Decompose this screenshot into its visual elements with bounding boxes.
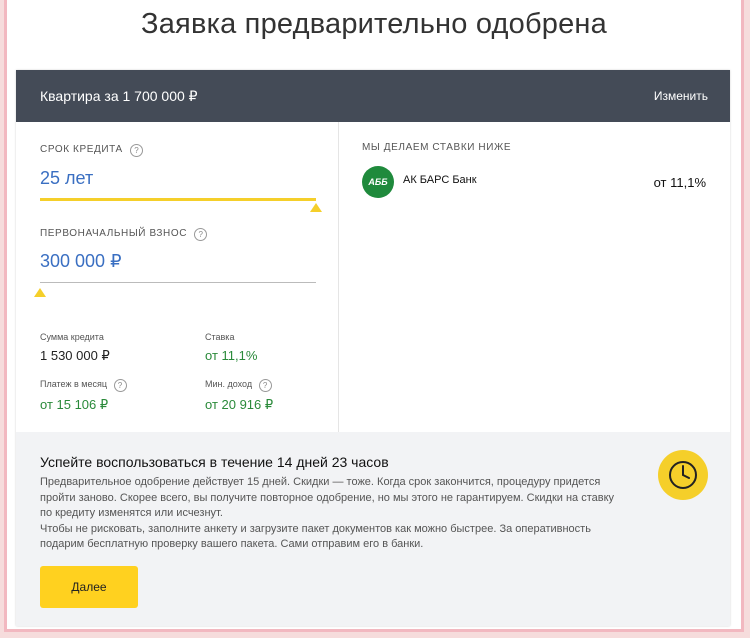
- monthly-payment-label: Платеж в месяц ?: [40, 379, 127, 392]
- ak-bars-logo-icon: АББ: [362, 166, 394, 198]
- promo-paragraph: Предварительное одобрение действует 15 д…: [40, 476, 615, 519]
- down-payment-slider-track[interactable]: [40, 282, 316, 283]
- banks-heading: Мы делаем ставки ниже: [362, 142, 512, 153]
- property-summary: Квартира за 1 700 000 ₽: [40, 88, 198, 104]
- promo-block: Успейте воспользоваться в течение 14 дне…: [16, 432, 730, 626]
- term-label-text: Срок кредита: [40, 144, 123, 155]
- term-input[interactable]: 25 лет: [40, 168, 93, 189]
- promo-paragraph: Чтобы не рисковать, заполните анкету и з…: [40, 522, 591, 551]
- clock-icon-graphic: [669, 461, 697, 489]
- page-frame: Заявка предварительно одобрена Квартира …: [4, 0, 744, 632]
- loan-amount-value: 1 530 000 ₽: [40, 348, 110, 363]
- help-icon[interactable]: ?: [194, 228, 208, 241]
- bank-rate: от 11,1%: [653, 175, 706, 190]
- bank-name: АК БАРС Банк: [403, 174, 477, 186]
- rate-label: Ставка: [205, 332, 235, 342]
- card-header: Квартира за 1 700 000 ₽ Изменить: [16, 70, 730, 122]
- term-label: Срок кредита ?: [40, 144, 144, 157]
- promo-text: Предварительное одобрение действует 15 д…: [40, 475, 620, 553]
- min-income-value: от 20 916 ₽: [205, 397, 274, 412]
- promo-title: Успейте воспользоваться в течение 14 дне…: [40, 454, 389, 470]
- term-slider-track[interactable]: [40, 198, 316, 201]
- help-icon[interactable]: ?: [130, 144, 144, 157]
- monthly-payment-value: от 15 106 ₽: [40, 397, 109, 412]
- change-link[interactable]: Изменить: [654, 89, 708, 103]
- term-slider-handle[interactable]: [310, 203, 322, 212]
- clock-icon: [658, 450, 708, 500]
- bank-offers: Мы делаем ставки ниже АББ АК БАРС Банк о…: [339, 122, 730, 432]
- help-icon[interactable]: ?: [258, 379, 272, 392]
- page-title: Заявка предварительно одобрена: [141, 8, 607, 40]
- min-income-label: Мин. доход ?: [205, 379, 272, 392]
- approval-card: Квартира за 1 700 000 ₽ Изменить Срок кр…: [16, 70, 730, 626]
- loan-amount-label: Сумма кредита: [40, 332, 104, 342]
- loan-parameters: Срок кредита ? 25 лет Первоначальный взн…: [16, 122, 339, 432]
- next-button[interactable]: Далее: [40, 566, 138, 608]
- down-payment-slider-handle[interactable]: [34, 288, 46, 297]
- down-payment-label-text: Первоначальный взнос: [40, 228, 188, 239]
- down-payment-input[interactable]: 300 000 ₽: [40, 251, 122, 272]
- min-income-label-text: Мин. доход: [205, 379, 253, 389]
- monthly-payment-label-text: Платеж в месяц: [40, 379, 107, 389]
- help-icon[interactable]: ?: [113, 379, 127, 392]
- term-slider-fill: [40, 198, 316, 201]
- down-payment-label: Первоначальный взнос ?: [40, 228, 208, 241]
- rate-value: от 11,1%: [205, 348, 258, 363]
